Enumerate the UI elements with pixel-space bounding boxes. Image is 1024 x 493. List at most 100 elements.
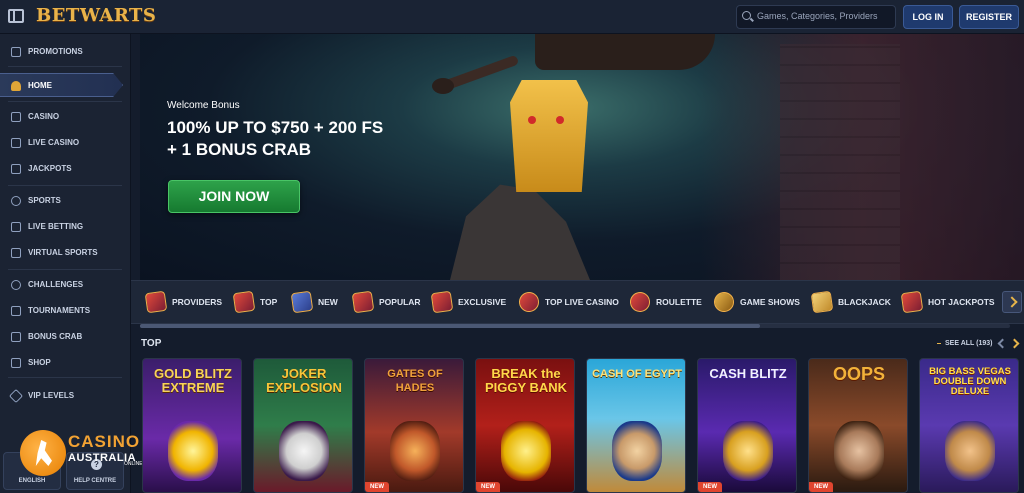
sidebar-item-label: SHOP [28, 358, 51, 367]
medal-icon [11, 280, 21, 290]
witch-hat-icon [11, 81, 21, 91]
sidebar-item-casino[interactable]: CASINO [0, 105, 130, 129]
category-scrollbar-thumb[interactable] [140, 324, 760, 328]
game-title: BREAK the PIGGY BANK [484, 366, 568, 395]
live-casino-icon [11, 138, 21, 148]
category-label: PROVIDERS [172, 297, 223, 307]
lightning-orb-image [168, 421, 218, 481]
game-title: BIG BASS VEGAS DOUBLE DOWN DELUXE [929, 366, 1011, 397]
sidebar-item-promotions[interactable]: PROMOTIONS [0, 40, 130, 64]
exclusive-icon [430, 290, 454, 314]
sidebar: PROMOTIONS HOME CASINO LIVE CASINO JACKP… [0, 34, 131, 493]
providers-icon [144, 290, 168, 314]
virtual-sports-icon [11, 248, 21, 258]
join-now-button[interactable]: JOIN NOW [168, 180, 300, 213]
game-title: GATES OF HADES [387, 368, 443, 394]
see-all-link[interactable]: SEE ALL (193) [936, 340, 992, 347]
hero-stone-pillar [780, 44, 900, 280]
register-button[interactable]: REGISTER [959, 5, 1019, 29]
sidebar-item-home[interactable]: HOME [0, 73, 123, 97]
sidebar-item-label: LIVE BETTING [28, 222, 84, 231]
blackjack-icon [810, 290, 834, 314]
sidebar-item-label: HOME [28, 81, 52, 90]
joker-face-image [279, 421, 329, 481]
sidebar-item-sports[interactable]: SPORTS [0, 189, 130, 213]
new-badge: NEW [365, 482, 389, 492]
hero-subtitle: Welcome Bonus [167, 100, 240, 111]
sidebar-item-virtual-sports[interactable]: VIRTUAL SPORTS [0, 241, 130, 265]
category-label: BLACKJACK [838, 297, 891, 307]
hot-jackpots-icon [900, 290, 924, 314]
game-tile-joker-explosion[interactable]: JOKER EXPLOSION [253, 358, 353, 493]
sidebar-item-bonus-crab[interactable]: BONUS CRAB [0, 325, 130, 349]
sidebar-toggle-icon[interactable] [8, 9, 24, 23]
sidebar-item-label: VIRTUAL SPORTS [28, 248, 98, 257]
sidebar-divider [8, 269, 122, 270]
popular-icon [351, 290, 375, 314]
sidebar-item-vip-levels[interactable]: VIP LEVELS [0, 384, 130, 408]
sidebar-divider [8, 101, 122, 102]
watermark-text: CASINO [68, 432, 141, 451]
new-badge: NEW [809, 482, 833, 492]
category-label: NEW [318, 297, 338, 307]
game-title: GOLD BLITZ EXTREME [154, 366, 232, 395]
sidebar-item-challenges[interactable]: CHALLENGES [0, 273, 130, 297]
sidebar-item-label: PROMOTIONS [28, 47, 83, 56]
idol-gem [528, 116, 536, 124]
game-tile-cash-of-egypt[interactable]: CASH OF EGYPT [586, 358, 686, 493]
sidebar-item-shop[interactable]: SHOP [0, 351, 130, 375]
category-next-button[interactable] [1002, 291, 1022, 313]
sidebar-divider [8, 377, 122, 378]
soccer-ball-icon [11, 196, 21, 206]
sidebar-item-label: SPORTS [28, 196, 61, 205]
category-label: POPULAR [379, 297, 421, 307]
game-tile-break-the-piggy-bank[interactable]: BREAK the PIGGY BANK NEW [475, 358, 575, 493]
sidebar-divider [8, 185, 122, 186]
sidebar-item-live-casino[interactable]: LIVE CASINO [0, 131, 130, 155]
game-title: JOKER EXPLOSION [266, 366, 342, 395]
game-tile-cash-blitz[interactable]: CASH BLITZ NEW [697, 358, 797, 493]
section-title-top: TOP [141, 338, 162, 349]
sidebar-item-label: CASINO [28, 112, 60, 121]
sidebar-divider [8, 66, 122, 67]
sidebar-item-label: JACKPOTS [28, 164, 72, 173]
game-tile-big-bass-vegas[interactable]: BIG BASS VEGAS DOUBLE DOWN DELUXE [919, 358, 1019, 493]
sidebar-item-label: TOURNAMENTS [28, 306, 91, 315]
game-tile-oops[interactable]: OOPS NEW [808, 358, 908, 493]
game-tile-gates-of-hades[interactable]: GATES OF HADES NEW [364, 358, 464, 493]
fisherman-cowboy-image [945, 421, 995, 481]
hero-title: + 1 BONUS CRAB [167, 140, 312, 159]
category-label: ROULETTE [656, 297, 702, 307]
rat-character-image [834, 421, 884, 481]
game-tile-gold-blitz-extreme[interactable]: GOLD BLITZ EXTREME [142, 358, 242, 493]
sidebar-item-tournaments[interactable]: TOURNAMENTS [0, 299, 130, 323]
sidebar-item-label: VIP LEVELS [28, 391, 75, 400]
idol-gem [556, 116, 564, 124]
shop-icon [11, 358, 21, 368]
casino-icon [11, 112, 21, 122]
category-label: TOP LIVE CASINO [545, 297, 619, 307]
hero-title: 100% UP TO $750 + 200 FS [167, 118, 384, 137]
chevron-left-icon[interactable] [997, 338, 1008, 349]
category-label: HOT JACKPOTS [928, 297, 995, 307]
category-label: TOP [260, 297, 278, 307]
crab-icon [11, 332, 21, 342]
new-icon [290, 290, 314, 314]
sidebar-item-jackpots[interactable]: JACKPOTS [0, 157, 130, 181]
game-title: CASH BLITZ [709, 366, 787, 381]
site-logo[interactable]: BETWARTS [36, 5, 156, 26]
language-label: ENGLISH [18, 478, 46, 484]
category-label: GAME SHOWS [740, 297, 800, 307]
cleopatra-image [612, 421, 662, 481]
chevron-right-icon[interactable] [1009, 338, 1020, 349]
login-button[interactable]: LOG IN [903, 5, 953, 29]
diamond-icon [8, 388, 24, 404]
sidebar-item-live-betting[interactable]: LIVE BETTING [0, 215, 130, 239]
magnet-image [723, 421, 773, 481]
new-badge: NEW [698, 482, 722, 492]
sidebar-item-label: BONUS CRAB [28, 332, 83, 341]
live-betting-icon [11, 222, 21, 232]
golden-idol-image [510, 80, 588, 192]
search-placeholder: Games, Categories, Providers [757, 11, 878, 21]
adventurer-figure [535, 34, 715, 70]
